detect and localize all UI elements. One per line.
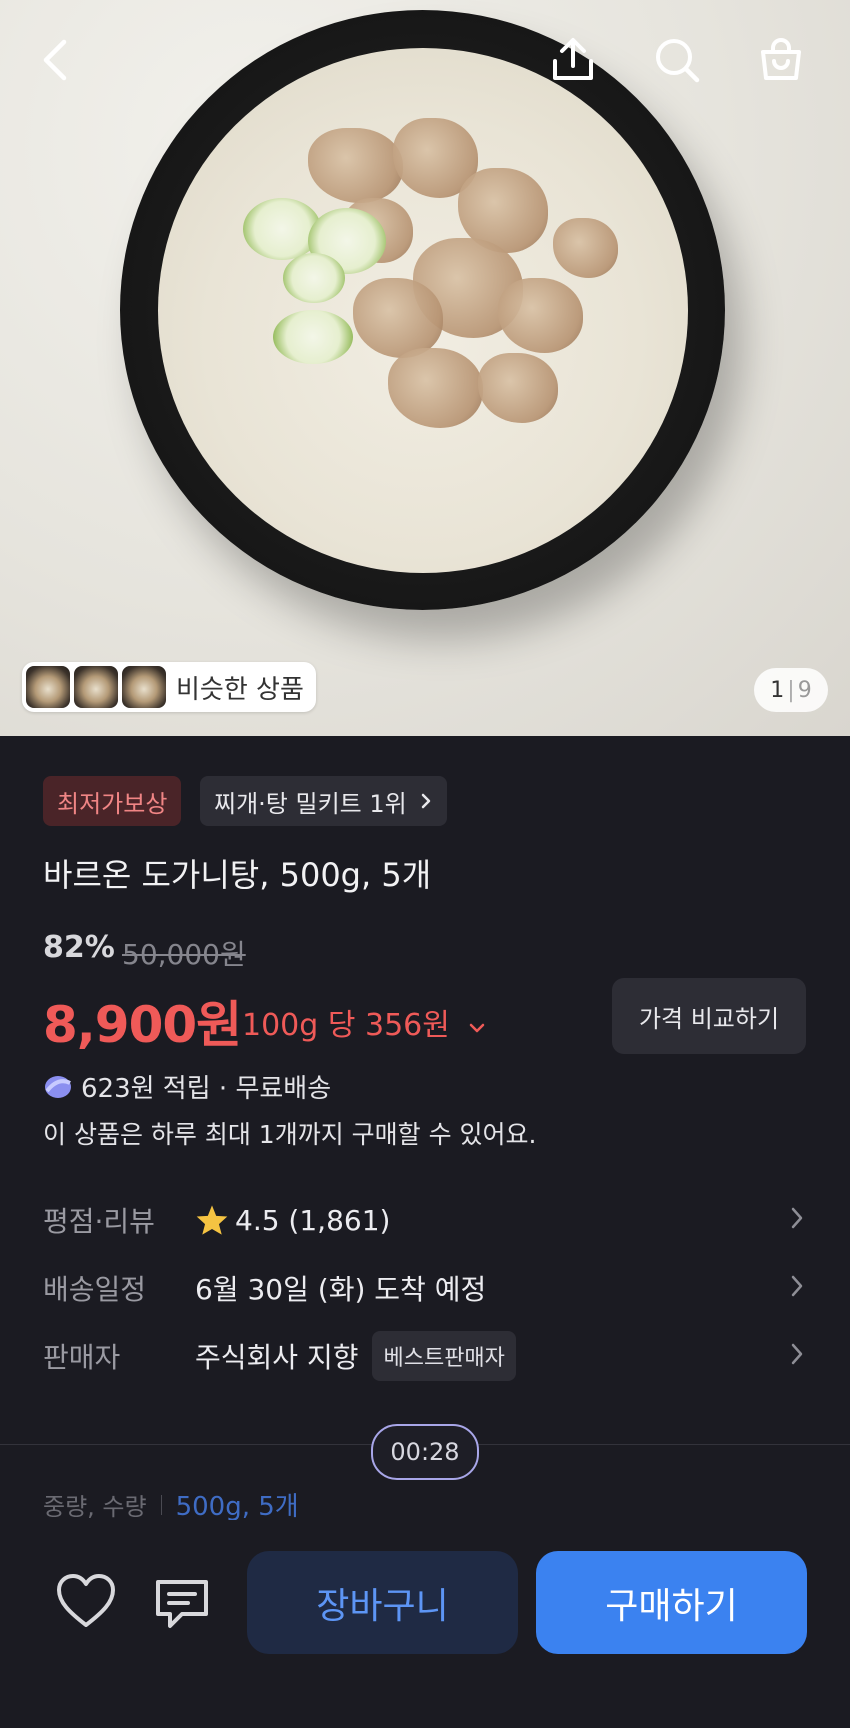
original-price: 50,000원 bbox=[122, 938, 246, 971]
countdown-timer: 00:28 bbox=[371, 1424, 479, 1480]
price-compare-label: 가격 비교하기 bbox=[638, 1004, 780, 1033]
option-divider bbox=[160, 1494, 162, 1515]
chevron-right-icon bbox=[421, 793, 430, 809]
image-pager: 1 | 9 bbox=[754, 668, 828, 712]
rating-value: 4.5 (1,861) bbox=[235, 1203, 391, 1237]
similar-thumb bbox=[122, 666, 166, 708]
product-image[interactable]: 비슷한 상품 1 | 9 bbox=[0, 0, 850, 736]
chevron-down-icon bbox=[470, 1023, 485, 1033]
similar-thumb bbox=[26, 666, 70, 708]
chevron-right-icon bbox=[791, 1275, 803, 1297]
unit-price: 100g 당 356원 bbox=[242, 1008, 450, 1043]
rank-badge[interactable]: 찌개·탕 밀키트 1위 bbox=[200, 776, 447, 826]
add-to-cart-button[interactable]: 장바구니 bbox=[247, 1551, 518, 1654]
chat-icon bbox=[156, 1580, 208, 1628]
lowest-price-badge: 최저가보상 bbox=[43, 776, 182, 826]
search-icon bbox=[656, 39, 700, 83]
similar-thumb bbox=[74, 666, 118, 708]
pager-separator: | bbox=[787, 677, 795, 703]
option-label: 중량, 수량 bbox=[43, 1493, 147, 1521]
option-summary[interactable]: 중량, 수량 500g, 5개 bbox=[43, 1486, 299, 1523]
sale-price: 8,900원 bbox=[43, 996, 242, 1054]
purchase-limit-notice: 이 상품은 하루 최대 1개까지 구매할 수 있어요. bbox=[43, 1120, 537, 1149]
back-button[interactable] bbox=[25, 30, 85, 90]
buy-now-button[interactable]: 구매하기 bbox=[536, 1551, 807, 1654]
discount-rate: 82% bbox=[43, 930, 115, 965]
buy-now-label: 구매하기 bbox=[605, 1585, 738, 1627]
wishlist-button[interactable] bbox=[55, 1572, 121, 1634]
shopping-bag-icon bbox=[761, 38, 801, 80]
product-title: 바르온 도가니탕, 500g, 5개 bbox=[43, 856, 432, 894]
heart-icon bbox=[57, 1574, 115, 1627]
share-button[interactable] bbox=[543, 30, 603, 90]
pager-current: 1 bbox=[770, 677, 785, 703]
seller-value: 주식회사 지향 bbox=[195, 1341, 359, 1374]
lowest-price-badge-label: 최저가보상 bbox=[57, 789, 168, 818]
inquiry-button[interactable] bbox=[152, 1574, 214, 1636]
seller-row[interactable]: 판매자 주식회사 지향 베스트판매자 bbox=[43, 1331, 806, 1381]
soup-image bbox=[158, 48, 688, 573]
price-compare-button[interactable]: 가격 비교하기 bbox=[612, 978, 806, 1054]
bowl-image bbox=[120, 10, 725, 610]
rank-badge-label: 찌개·탕 밀키트 1위 bbox=[214, 789, 407, 818]
cart-shortcut-button[interactable] bbox=[751, 30, 811, 90]
search-button[interactable] bbox=[647, 30, 707, 90]
chevron-left-icon bbox=[43, 39, 67, 81]
share-icon bbox=[553, 38, 593, 80]
chevron-right-icon bbox=[791, 1207, 803, 1229]
rating-label: 평점·리뷰 bbox=[43, 1205, 155, 1238]
delivery-label: 배송일정 bbox=[43, 1273, 147, 1306]
rating-review-row[interactable]: 평점·리뷰 4.5 (1,861) bbox=[43, 1195, 806, 1245]
unit-price-toggle[interactable]: 100g 당 356원 bbox=[242, 1000, 487, 1044]
delivery-value: 6월 30일 (화) 도착 예정 bbox=[195, 1273, 487, 1306]
similar-products-label: 비슷한 상품 bbox=[176, 674, 304, 705]
points-text: 623원 적립 · 무료배송 bbox=[81, 1074, 332, 1104]
best-seller-badge: 베스트판매자 bbox=[372, 1331, 516, 1381]
similar-products-button[interactable]: 비슷한 상품 bbox=[22, 662, 316, 712]
add-to-cart-label: 장바구니 bbox=[316, 1585, 449, 1627]
points-info: 623원 적립 · 무료배송 bbox=[43, 1068, 331, 1105]
delivery-row[interactable]: 배송일정 6월 30일 (화) 도착 예정 bbox=[43, 1263, 806, 1313]
star-icon bbox=[196, 1205, 228, 1235]
seller-label: 판매자 bbox=[43, 1341, 121, 1374]
option-value: 500g, 5개 bbox=[175, 1492, 299, 1522]
chevron-right-icon bbox=[791, 1343, 803, 1365]
points-coin-icon bbox=[45, 1075, 71, 1098]
pager-total: 9 bbox=[797, 677, 812, 703]
